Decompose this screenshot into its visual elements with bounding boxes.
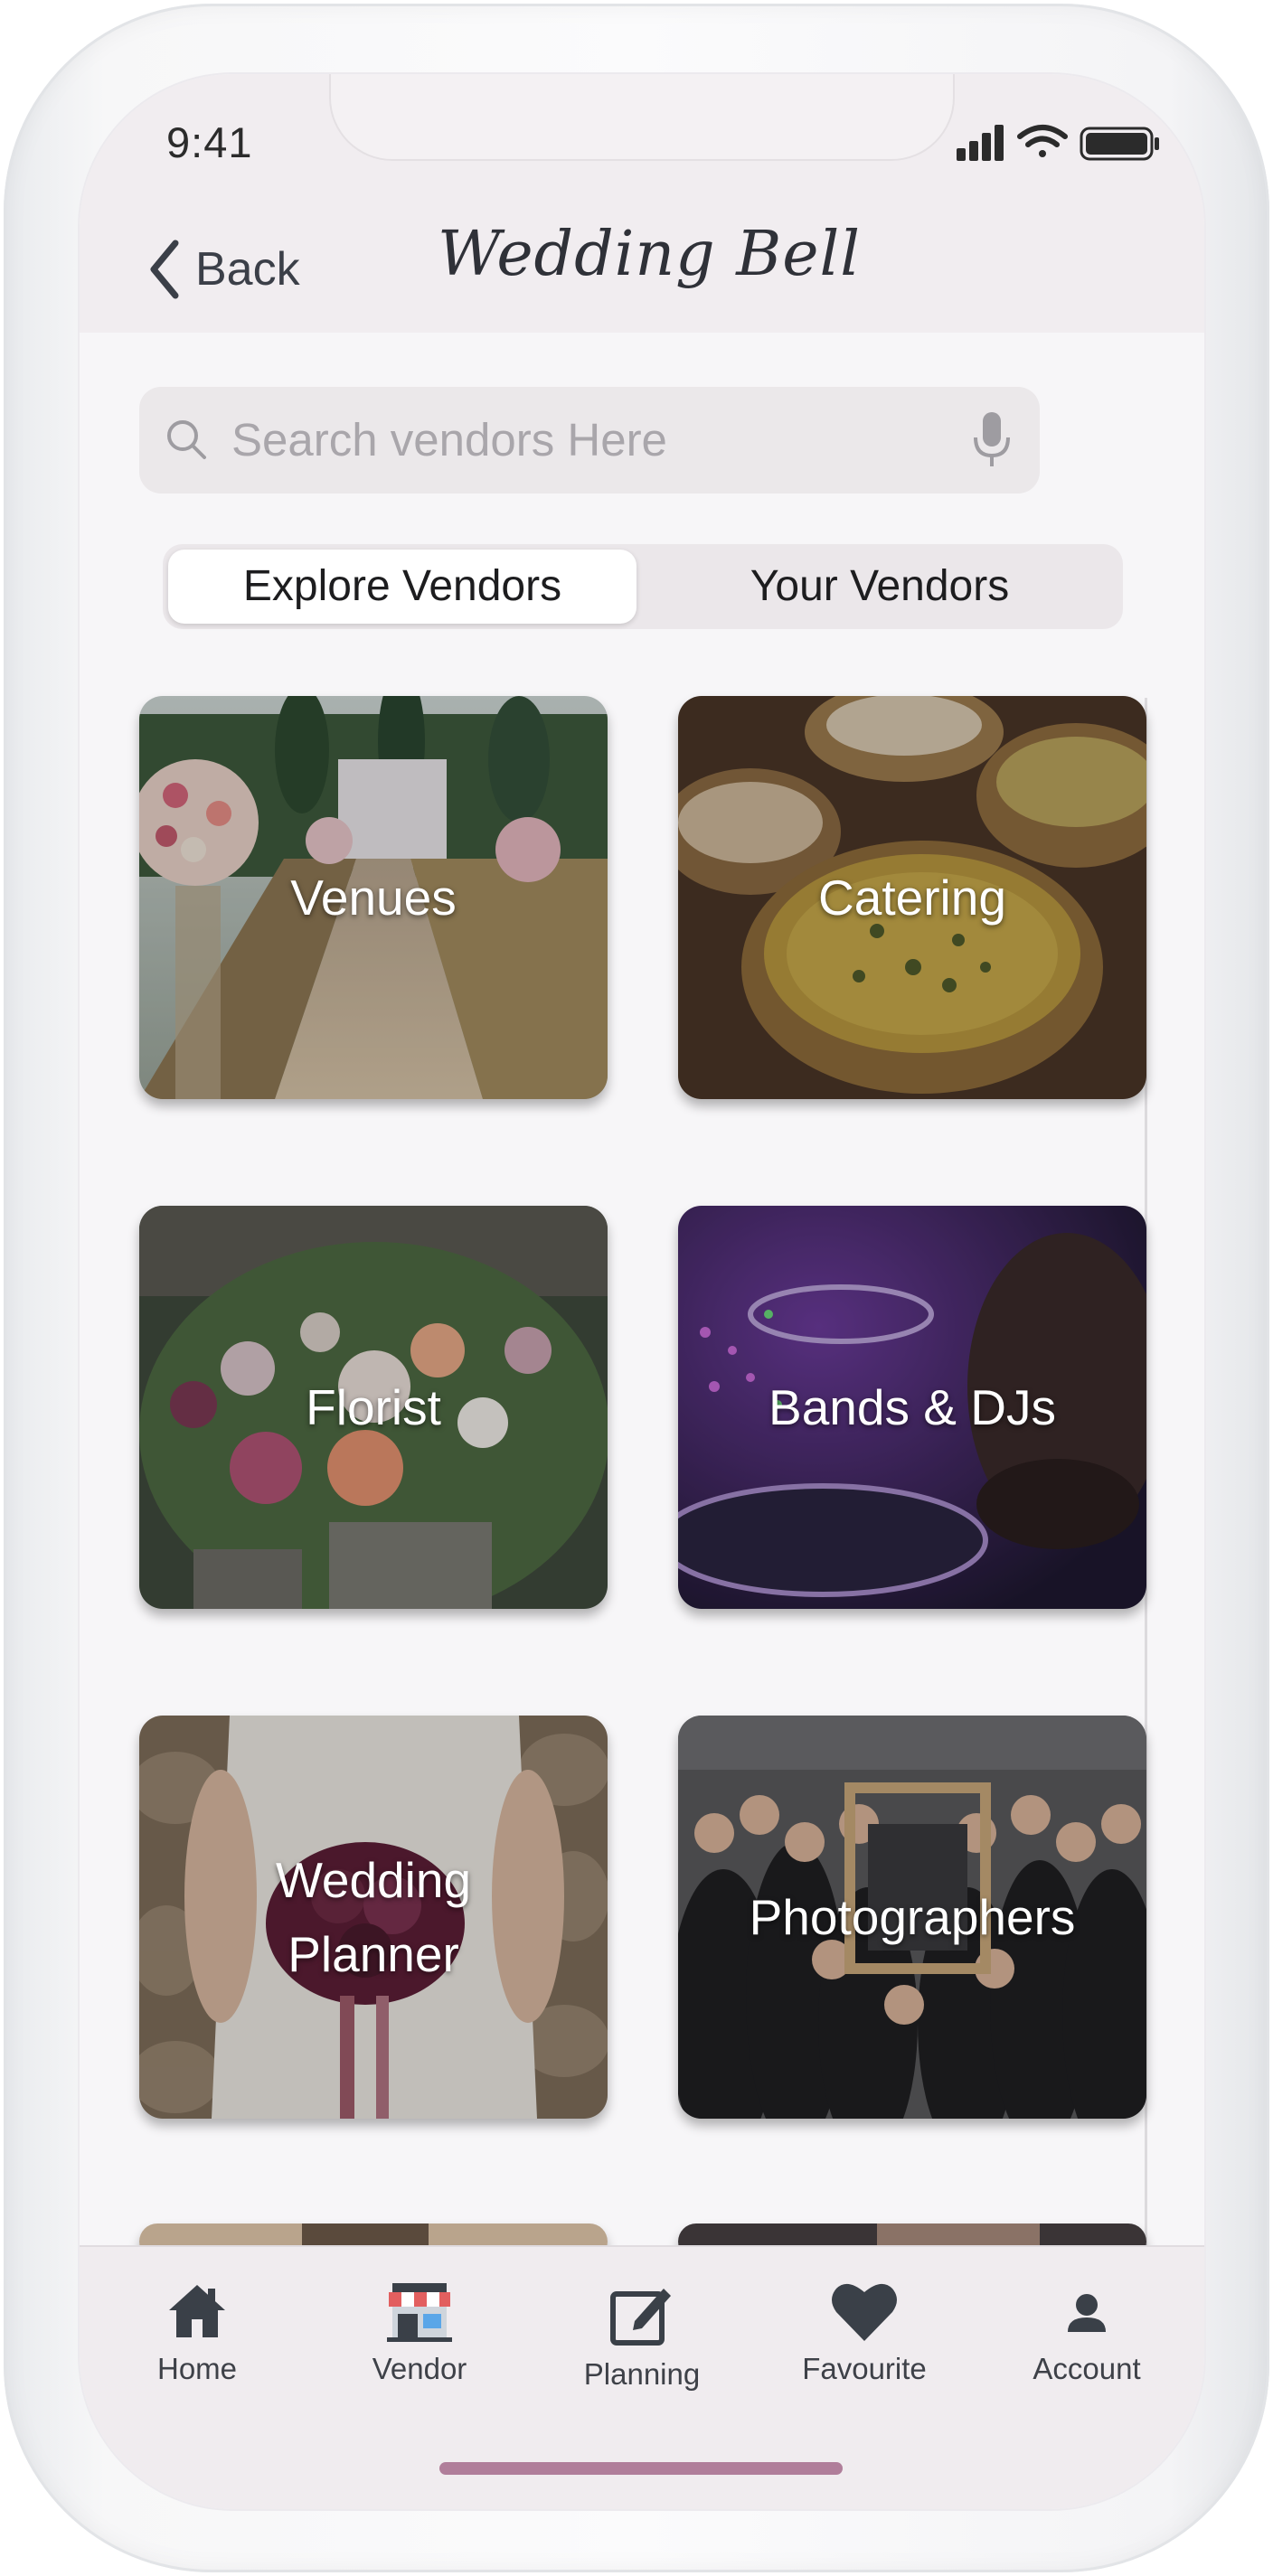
status-time: 9:41 [166, 118, 253, 166]
vendor-segment-control: Explore Vendors Your Vendors [163, 544, 1123, 629]
microphone-icon [974, 412, 1010, 466]
app-title: Wedding Bell [437, 219, 862, 290]
tab-label: Favourite [802, 2352, 927, 2385]
tab-vendor[interactable]: Vendor [329, 2280, 510, 2415]
wifi-icon [1017, 125, 1068, 157]
top-bar: 9:41 Back Wedding Bell [80, 74, 1204, 333]
tab-favourite[interactable]: Favourite [774, 2280, 955, 2415]
heart-icon [832, 2283, 897, 2341]
tab-label: Account [1033, 2352, 1141, 2385]
tab-account[interactable]: Account [996, 2280, 1177, 2415]
user-icon [1068, 2294, 1106, 2332]
category-label: Bands & DJs [769, 1379, 1056, 1435]
category-wedding-planner[interactable]: Wedding Planner [139, 1716, 608, 2119]
category-photographers[interactable]: Photographers [678, 1716, 1146, 2119]
category-label: Wedding Planner [275, 1852, 472, 1982]
status-icons [957, 121, 1165, 166]
phone-frame: 9:41 Back Wedding Bell Search vendors He… [4, 4, 1269, 2572]
category-label: Florist [306, 1379, 441, 1435]
back-label: Back [195, 243, 300, 296]
home-indicator[interactable] [439, 2462, 843, 2475]
tab-your-vendors[interactable]: Your Vendors [642, 550, 1117, 624]
chevron-left-icon [150, 240, 179, 299]
signal-icon [957, 125, 1004, 161]
app-screen: 9:41 Back Wedding Bell Search vendors He… [80, 74, 1204, 2509]
category-bands-djs[interactable]: Bands & DJs [678, 1206, 1146, 1609]
category-label: Photographers [749, 1889, 1076, 1945]
tab-label: Planning [583, 2357, 701, 2391]
tab-home[interactable]: Home [107, 2280, 288, 2415]
tab-planning[interactable]: Planning [552, 2280, 732, 2415]
battery-icon [1080, 127, 1159, 161]
search-bar[interactable]: Search vendors Here [139, 387, 1040, 494]
category-florist[interactable]: Florist [139, 1206, 608, 1609]
category-label: Catering [818, 870, 1006, 926]
tab-explore-vendors[interactable]: Explore Vendors [168, 550, 636, 624]
search-icon [167, 420, 206, 459]
device-notch [329, 74, 955, 161]
tab-label: Home [156, 2352, 238, 2385]
edit-icon [610, 2289, 671, 2346]
category-venues[interactable]: Venues [139, 696, 608, 1099]
tab-label: Vendor [372, 2352, 467, 2385]
category-label: Venues [290, 870, 457, 926]
search-input[interactable]: Search vendors Here [231, 410, 937, 470]
category-catering[interactable]: Catering [678, 696, 1146, 1099]
back-button[interactable]: Back [146, 226, 345, 313]
home-icon [169, 2285, 225, 2337]
store-icon [387, 2283, 452, 2342]
